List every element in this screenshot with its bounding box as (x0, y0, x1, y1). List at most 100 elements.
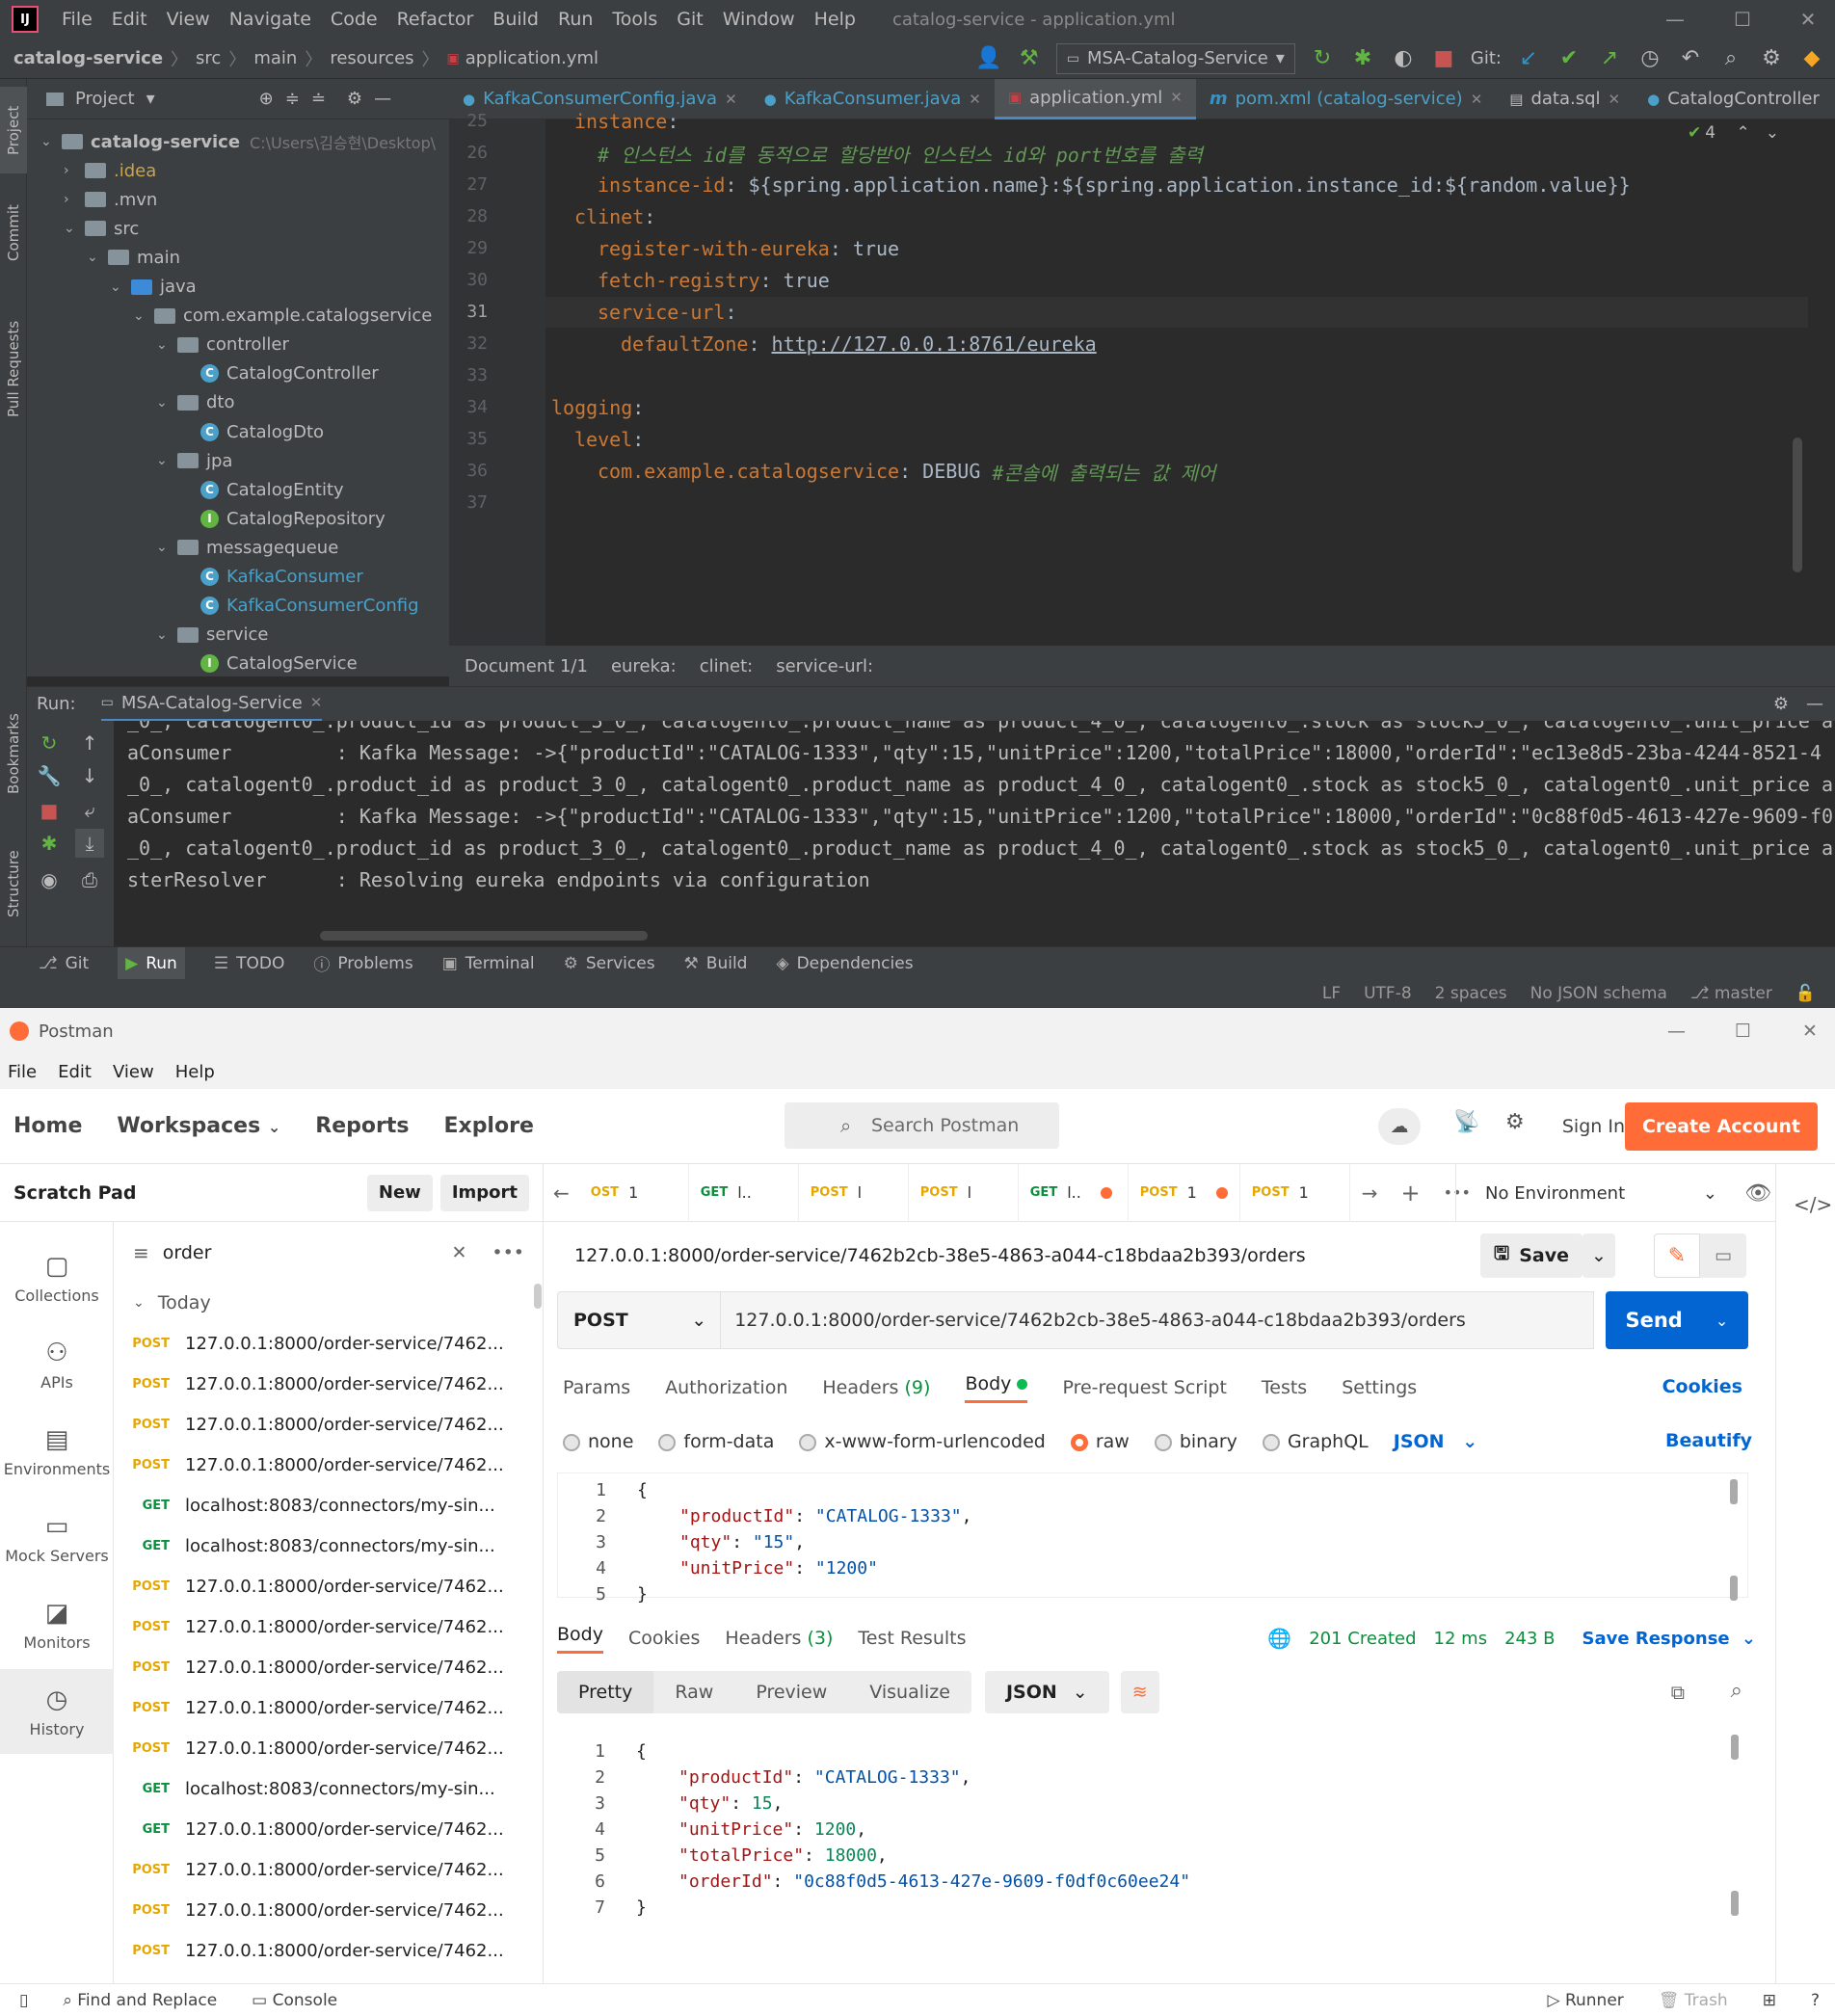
menu-view[interactable]: View (157, 9, 220, 30)
new-button[interactable]: New (366, 1174, 433, 1211)
toolwindow-tab-git[interactable]: ⎇ Git (39, 954, 89, 973)
history-item[interactable]: POST 127.0.0.1:8000/order-service/7462... (114, 1567, 503, 1605)
editor-tab[interactable]: ▤ data.sql ✕ (1496, 79, 1634, 119)
response-body-scrollbar[interactable] (1731, 1735, 1739, 1760)
radio-x-www-form-urlencoded[interactable]: x-www-form-urlencoded (799, 1431, 1046, 1452)
wrench-icon[interactable]: 🔧 (35, 761, 64, 790)
rerun-icon[interactable]: ↻ (35, 729, 64, 757)
close-icon[interactable]: ✕ (969, 91, 981, 108)
code-line[interactable]: service-url: (545, 297, 1808, 328)
breadcrumb-file[interactable]: application.yml (465, 48, 598, 68)
yaml-url-value[interactable]: http://127.0.0.1:8761/eureka (772, 332, 1097, 356)
tab-headers[interactable]: Headers (9) (822, 1377, 930, 1398)
history-item[interactable]: POST 127.0.0.1:8000/order-service/7462... (114, 1931, 503, 1970)
project-tree-node[interactable]: ⌄ com.example.catalogservice (133, 302, 432, 331)
rollback-icon[interactable]: ↶ (1677, 45, 1704, 72)
wrap-lines-icon[interactable]: ≋ (1120, 1671, 1159, 1713)
plugins-icon[interactable]: ◆ (1798, 45, 1825, 72)
history-item[interactable]: GET 127.0.0.1:8000/order-service/7462... (114, 1810, 504, 1848)
history-item[interactable]: POST 127.0.0.1:8000/order-service/7462... (114, 1324, 503, 1363)
resp-tab-body[interactable]: Body (557, 1624, 603, 1654)
environment-selector[interactable]: No Environment ⌄ 👁 (1455, 1164, 1775, 1222)
toolwindow-commit-tab[interactable]: Commit (0, 185, 27, 281)
toolwindow-project-tab[interactable]: Project (0, 87, 27, 173)
create-account-button[interactable]: Create Account (1624, 1102, 1818, 1151)
project-tree-node[interactable]: C CatalogDto (179, 417, 324, 446)
code-line[interactable] (545, 360, 551, 391)
service-url-crumb[interactable]: service-url: (776, 656, 873, 676)
toolwindow-tab-problems[interactable]: ⓘ Problems (313, 951, 412, 976)
resp-tab-cookies[interactable]: Cookies (628, 1628, 700, 1649)
editor-scrollbar[interactable] (1793, 438, 1802, 572)
project-tree-node[interactable]: ⌄ main (87, 243, 180, 272)
chevron-down-icon[interactable]: ▾ (146, 89, 155, 109)
method-select[interactable]: POST ⌄ (557, 1291, 722, 1349)
save-response-button[interactable]: Save Response ⌄ (1582, 1629, 1756, 1649)
breadcrumb-resources[interactable]: resources (330, 48, 413, 68)
chevron-down-icon[interactable]: ⌄ (156, 627, 172, 643)
history-icon[interactable]: ◷ (1636, 45, 1663, 72)
restore-layout-icon[interactable]: ✱ (35, 829, 64, 858)
request-body-editor[interactable]: 1 {2 "productId": "CATALOG-1333", 3 "qty": "… (557, 1472, 1748, 1605)
runner-button[interactable]: ▷ Runner (1547, 1991, 1623, 2010)
request-tab[interactable]: POST l (909, 1163, 1019, 1222)
request-tab[interactable]: POST 1 (1129, 1163, 1240, 1222)
print-icon[interactable]: ⎙ (75, 865, 104, 894)
copy-icon[interactable]: ⧉ (1671, 1681, 1685, 1704)
nav-explore[interactable]: Explore (443, 1114, 533, 1138)
editor-tab[interactable]: ● CatalogController (1634, 79, 1833, 119)
breadcrumb-project[interactable]: catalog-service (13, 48, 163, 68)
history-item[interactable]: POST 127.0.0.1:8000/order-service/7462... (114, 1688, 503, 1727)
menu-file[interactable]: File (8, 1062, 37, 1082)
soft-wrap-icon[interactable]: ⤶ (75, 796, 104, 825)
menu-refactor[interactable]: Refactor (387, 9, 484, 30)
editor-tab[interactable]: m pom.xml (catalog-service) ✕ (1196, 79, 1496, 119)
expand-all-icon[interactable]: ≑ (285, 89, 300, 109)
tabs-scroll-left-icon[interactable]: ← (544, 1181, 579, 1205)
project-tree-node[interactable]: C CatalogController (179, 359, 379, 388)
settings-gear-icon[interactable]: ⚙ (1758, 45, 1785, 72)
request-name[interactable]: 127.0.0.1:8000/order-service/7462b2cb-38… (574, 1245, 1306, 1266)
menu-code[interactable]: Code (321, 9, 387, 30)
sidebar-apis[interactable]: ⚇ APIs (0, 1322, 114, 1407)
resp-tab-test-results[interactable]: Test Results (858, 1628, 966, 1649)
editor-tab[interactable]: ● KafkaConsumer.java ✕ (751, 79, 995, 119)
code-line[interactable]: register-with-eureka: true (545, 233, 899, 264)
two-pane-icon[interactable]: ⊞ (1763, 1991, 1776, 2010)
project-tree-node[interactable]: ⌄ catalog-service C:\Users\김승현\Desktop\ (40, 127, 436, 156)
debug-icon[interactable]: ✱ (1349, 45, 1376, 72)
hide-panel-icon[interactable]: — (374, 89, 391, 109)
toolwindow-tab-services[interactable]: ⚙ Services (564, 954, 655, 973)
radio-binary[interactable]: binary (1154, 1431, 1237, 1452)
request-tab[interactable]: OST 1 (579, 1163, 689, 1222)
menu-navigate[interactable]: Navigate (220, 9, 321, 30)
eye-icon[interactable]: 👁 (1744, 1181, 1771, 1206)
arrow-up-icon[interactable]: ↑ (75, 729, 104, 757)
doc-crumb[interactable]: Document 1/1 (465, 656, 588, 676)
git-branch[interactable]: ⎇ master (1690, 984, 1772, 1003)
history-item[interactable]: POST 127.0.0.1:8000/order-service/7462... (114, 1729, 503, 1767)
clinet-crumb[interactable]: clinet: (700, 656, 754, 676)
url-input[interactable]: 127.0.0.1:8000/order-service/7462b2cb-38… (721, 1291, 1594, 1349)
close-icon[interactable]: ✕ (1802, 1021, 1818, 1042)
line-separator[interactable]: LF (1322, 984, 1341, 1003)
minimize-icon[interactable]: — (1648, 0, 1702, 39)
project-tree-node[interactable]: ⌄ dto (156, 388, 235, 417)
project-tree-node[interactable]: ⌄ service (156, 621, 268, 650)
git-push-icon[interactable]: ↗ (1596, 45, 1623, 72)
user-icon[interactable]: 👤 (975, 45, 1002, 72)
project-tree-node[interactable]: ⌄ java (110, 273, 197, 302)
body-language-select[interactable]: JSON ⌄ (1394, 1431, 1477, 1452)
response-body-scrollbar-end[interactable] (1731, 1891, 1739, 1916)
project-tree-node[interactable]: C KafkaConsumerConfig (179, 592, 419, 621)
edit-pencil-icon[interactable]: ✎ (1654, 1233, 1700, 1278)
toolwindow-pull-requests-tab[interactable]: Pull Requests (0, 297, 27, 441)
more-options-icon[interactable]: ••• (492, 1242, 524, 1263)
toolwindow-bookmarks-tab[interactable]: Bookmarks (0, 696, 27, 811)
beautify-link[interactable]: Beautify (1665, 1430, 1752, 1451)
nav-workspaces[interactable]: Workspaces ⌄ (117, 1114, 280, 1138)
response-body-viewer[interactable]: 1 {2 "productId": "CATALOG-1333", 3 "qty": 1… (557, 1733, 1748, 1954)
sidebar-environments[interactable]: ▤ Environments (0, 1409, 114, 1494)
run-tab[interactable]: ▭ MSA-Catalog-Service ✕ (100, 687, 323, 722)
menu-edit[interactable]: Edit (102, 9, 157, 30)
